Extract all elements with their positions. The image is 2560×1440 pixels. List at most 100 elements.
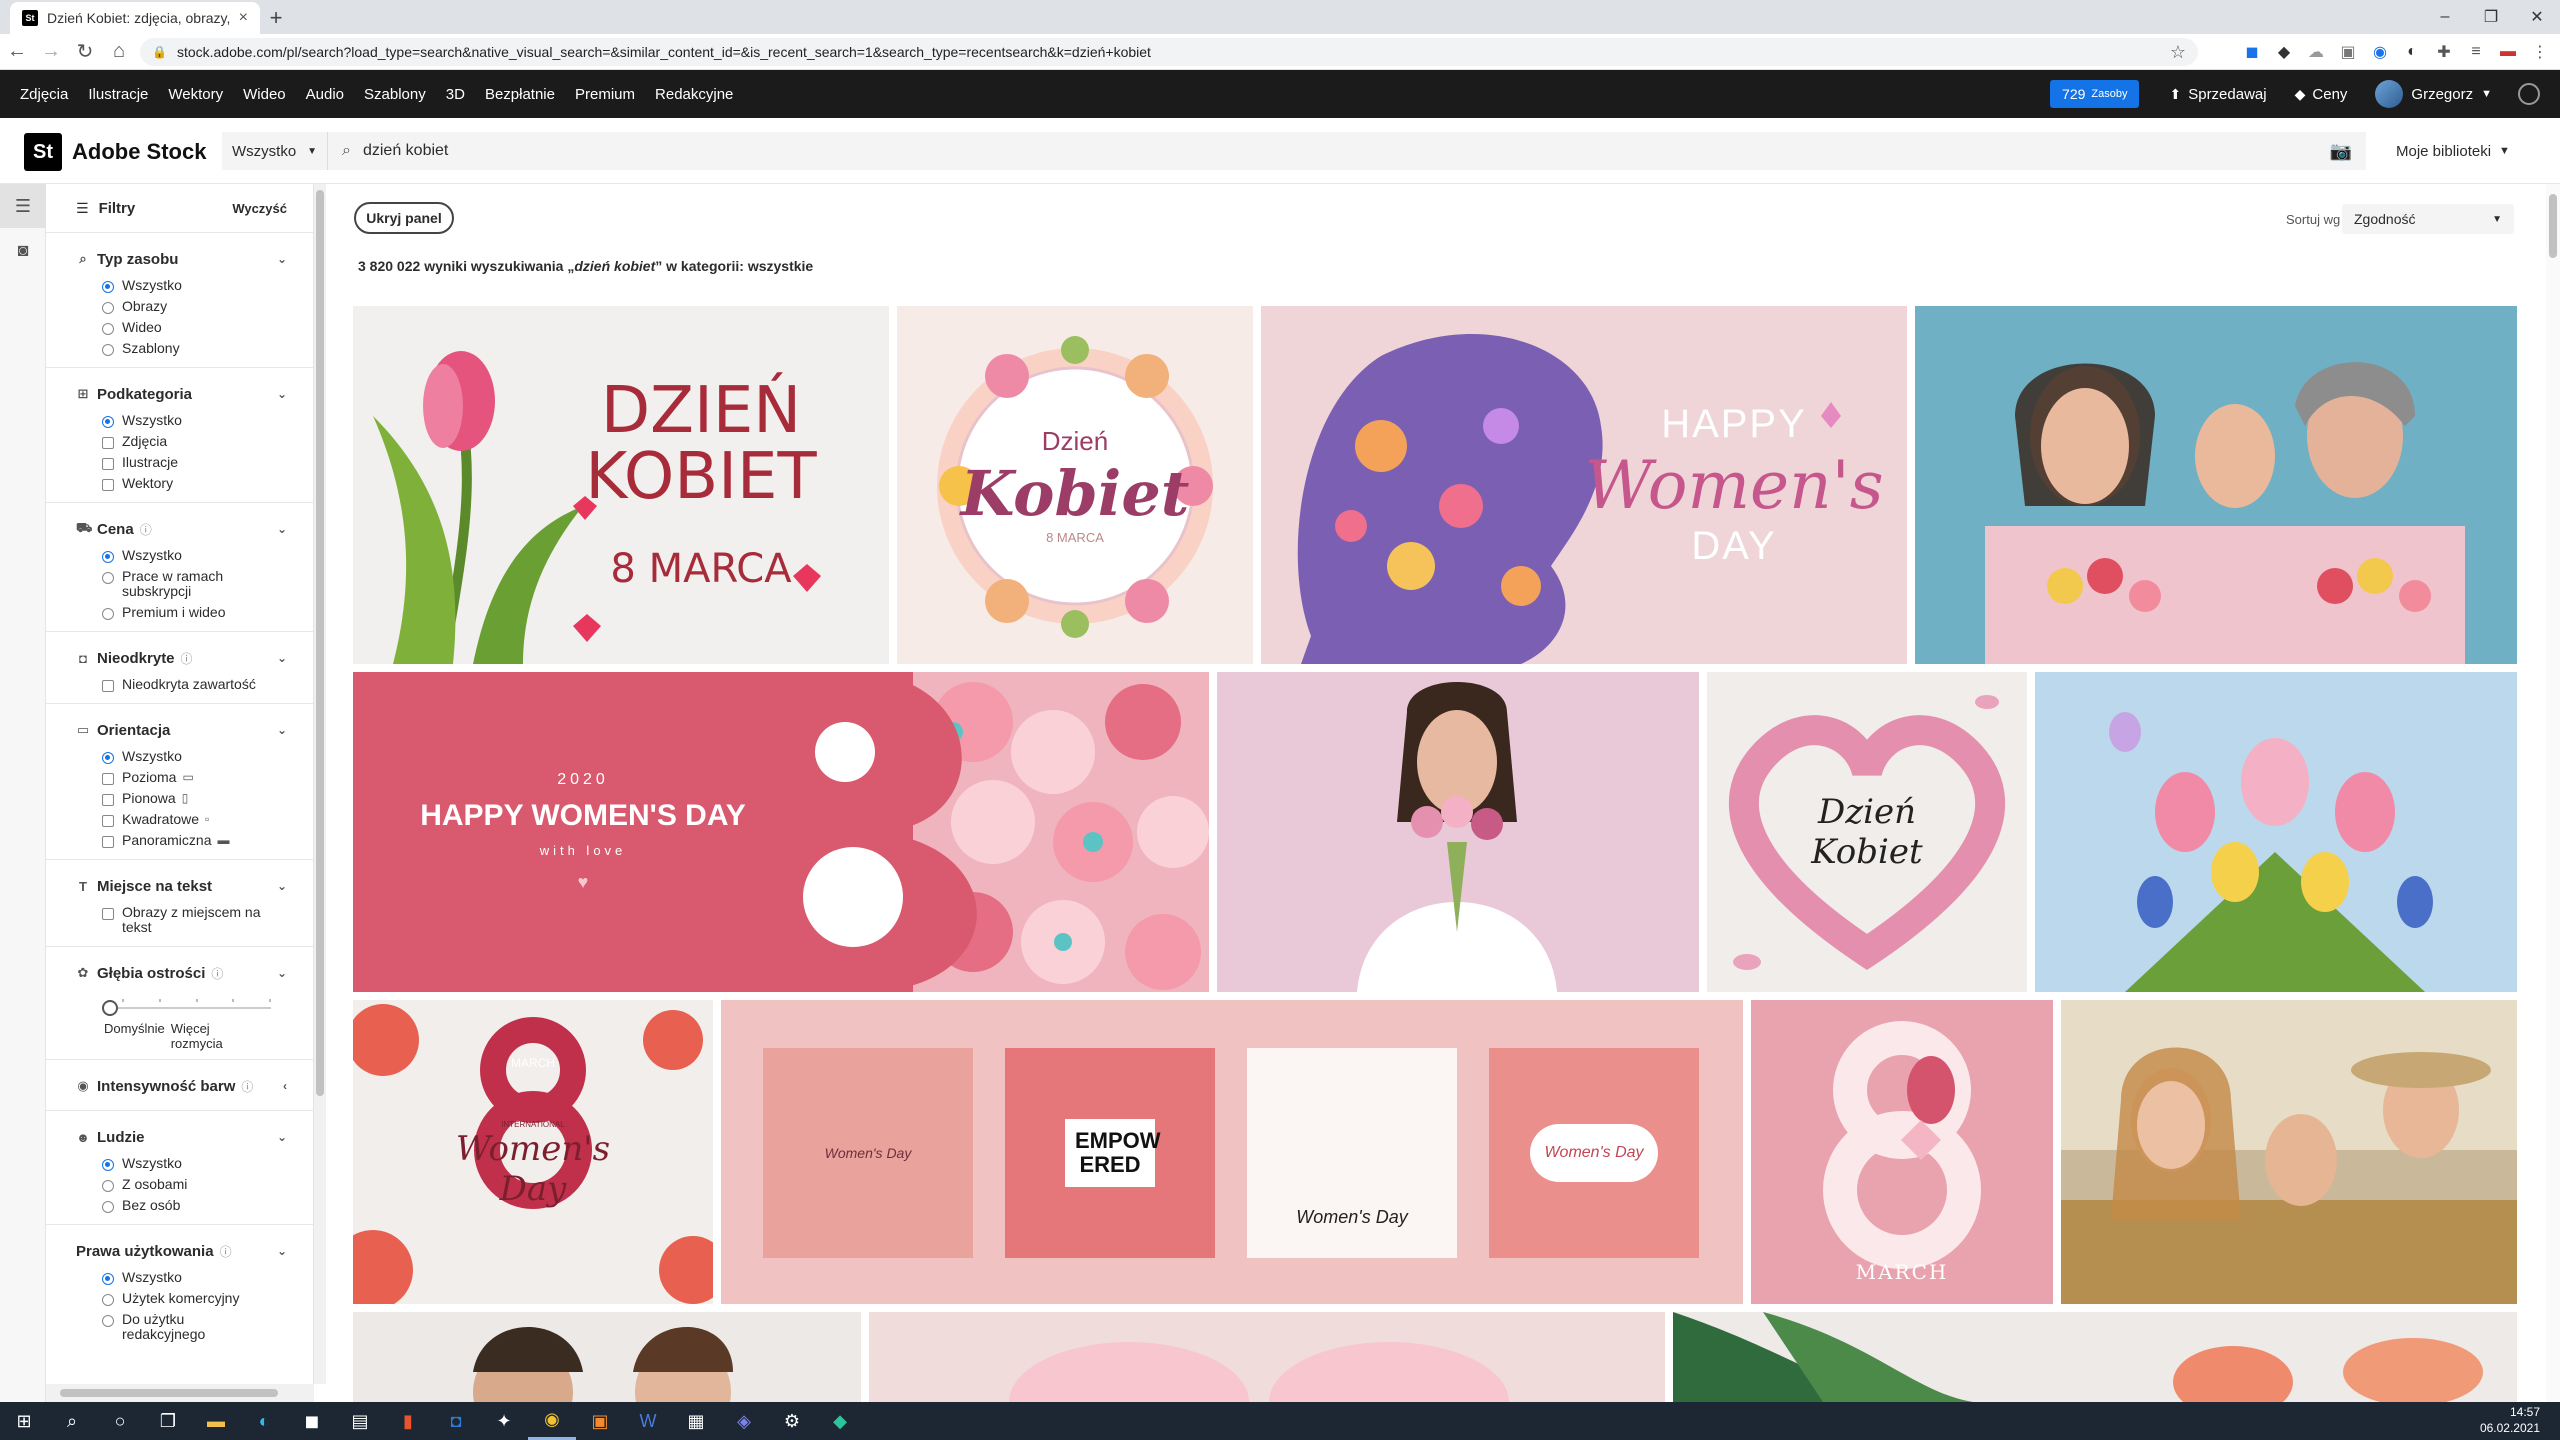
- radio-all[interactable]: Wszystko: [76, 410, 287, 431]
- checkbox-undiscovered[interactable]: Nieodkryta zawartość: [76, 674, 287, 695]
- page-scrollbar[interactable]: [2546, 184, 2560, 1402]
- result-photo-pink-sweater[interactable]: [869, 1312, 1665, 1402]
- radio-subscription[interactable]: Prace w ramach subskrypcji: [76, 566, 287, 602]
- depth-slider[interactable]: [102, 995, 287, 1021]
- section-header[interactable]: ▭ Orientacja ⌄: [76, 714, 287, 746]
- sell-link[interactable]: ⬆ Sprzedawaj: [2169, 86, 2266, 103]
- translate-extension-icon[interactable]: ◼: [2236, 38, 2268, 66]
- extension-icon[interactable]: ◉: [2364, 38, 2396, 66]
- nav-illustrations[interactable]: Ilustracje: [78, 86, 158, 103]
- result-photo-tulips-leaves[interactable]: [1673, 1312, 2517, 1402]
- app-icon[interactable]: ▣: [576, 1402, 624, 1440]
- puzzle-extensions-icon[interactable]: ✚: [2428, 38, 2460, 66]
- radio-all[interactable]: Wszystko: [76, 746, 287, 767]
- search-input[interactable]: ⌕ dzień kobiet 📷: [328, 132, 2366, 170]
- section-header[interactable]: ◘ Nieodkryte ⓘ ⌄: [76, 642, 287, 674]
- checkbox-panoramic[interactable]: Panoramiczna ▬: [76, 830, 287, 851]
- sort-select[interactable]: Zgodność ▼: [2342, 204, 2514, 234]
- extension-icon[interactable]: ◐: [2396, 38, 2428, 66]
- result-photo-three-generations-women[interactable]: [1915, 306, 2517, 664]
- word-icon[interactable]: W: [624, 1402, 672, 1440]
- filter-panel-scrollbar[interactable]: [314, 184, 326, 1384]
- result-image-petal-heart[interactable]: Dzień Kobiet: [1707, 672, 2027, 992]
- info-icon[interactable]: ⓘ: [140, 521, 152, 538]
- menu-dots-icon[interactable]: ⋮: [2524, 38, 2556, 66]
- user-menu[interactable]: Grzegorz ▼: [2375, 80, 2492, 108]
- app-icon[interactable]: ▦: [672, 1402, 720, 1440]
- section-header[interactable]: ✿ Głębia ostrości ⓘ ⌄: [76, 957, 287, 989]
- asset-type-select[interactable]: Wszystko ▼: [222, 132, 328, 170]
- visual-search-camera-icon[interactable]: 📷: [2330, 141, 2352, 162]
- extension-icon[interactable]: ▣: [2332, 38, 2364, 66]
- nav-photos[interactable]: Zdjęcia: [0, 86, 78, 103]
- section-header[interactable]: ◉ Intensywność barw ⓘ ‹: [76, 1070, 287, 1102]
- radio-premium[interactable]: Premium i wideo: [76, 602, 287, 623]
- close-window-icon[interactable]: ✕: [2514, 0, 2560, 34]
- result-image-8-march-paper-flowers[interactable]: 2020 HAPPY WOMEN'S DAY with love ♥: [353, 672, 1209, 992]
- nav-audio[interactable]: Audio: [296, 86, 354, 103]
- section-header[interactable]: ⊞ Podkategoria ⌄: [76, 378, 287, 410]
- info-icon[interactable]: ⓘ: [220, 1243, 232, 1260]
- chrome-icon[interactable]: ◉: [528, 1402, 576, 1440]
- outlook-icon[interactable]: ◘: [432, 1402, 480, 1440]
- home-icon[interactable]: ⌂: [102, 35, 136, 69]
- result-photo-woman-with-tulips[interactable]: [1217, 672, 1699, 992]
- result-image-dzien-kobiet-tulip[interactable]: DZIEŃ KOBIET 8 MARCA: [353, 306, 889, 664]
- back-icon[interactable]: ←: [0, 35, 34, 69]
- app-icon[interactable]: ▤: [336, 1402, 384, 1440]
- system-clock[interactable]: 14:57 06.02.2021: [2480, 1404, 2540, 1436]
- info-icon[interactable]: ⓘ: [241, 1078, 253, 1095]
- section-header[interactable]: T Miejsce na tekst ⌄: [76, 870, 287, 902]
- teams-icon[interactable]: ◈: [720, 1402, 768, 1440]
- browser-tab[interactable]: St Dzień Kobiet: zdjęcia, obrazy, gra ×: [10, 2, 260, 34]
- profile-flag-icon[interactable]: ▬: [2492, 38, 2524, 66]
- checkbox-copy-space[interactable]: Obrazy z miejscem na tekst: [76, 902, 287, 938]
- camera-icon[interactable]: ◙: [0, 228, 46, 272]
- result-image-happy-womens-day-silhouette[interactable]: HAPPY Women's DAY: [1261, 306, 1907, 664]
- radio-commercial[interactable]: Użytek komercyjny: [76, 1288, 287, 1309]
- settings-gear-icon[interactable]: ⚙: [768, 1402, 816, 1440]
- info-icon[interactable]: ⓘ: [211, 965, 223, 982]
- result-photo-tulips-bouquet[interactable]: [2035, 672, 2517, 992]
- slider-handle[interactable]: [102, 1000, 118, 1016]
- checkbox-photos[interactable]: Zdjęcia: [76, 431, 287, 452]
- nav-video[interactable]: Wideo: [233, 86, 296, 103]
- radio-all[interactable]: Wszystko: [76, 1153, 287, 1174]
- radio-editorial[interactable]: Do użytku redakcyjnego: [76, 1309, 287, 1345]
- credits-badge[interactable]: 729 Zasoby: [2050, 80, 2140, 108]
- result-image-8-march-roses[interactable]: MARCH INTERNATIONAL Women's Day: [353, 1000, 713, 1304]
- result-image-womens-day-card-set[interactable]: Women's Day EMPOW ERED Women's Day Women…: [721, 1000, 1743, 1304]
- section-header[interactable]: ☻ Ludzie ⌄: [76, 1121, 287, 1153]
- result-photo-three-friends-field[interactable]: [2061, 1000, 2517, 1304]
- forward-icon[interactable]: →: [34, 35, 68, 69]
- scrollbar-thumb[interactable]: [60, 1389, 278, 1397]
- section-header[interactable]: ⛟ Cena ⓘ ⌄: [76, 513, 287, 545]
- checkbox-vertical[interactable]: Pionowa ▯: [76, 788, 287, 809]
- task-view-icon[interactable]: ❐: [144, 1402, 192, 1440]
- adobe-stock-logo[interactable]: St Adobe Stock: [24, 133, 206, 171]
- nav-editorial[interactable]: Redakcyjne: [645, 86, 743, 103]
- nav-premium[interactable]: Premium: [565, 86, 645, 103]
- extension-icon[interactable]: ☁: [2300, 38, 2332, 66]
- address-bar[interactable]: 🔒 stock.adobe.com/pl/search?load_type=se…: [140, 38, 2198, 66]
- radio-with-people[interactable]: Z osobami: [76, 1174, 287, 1195]
- radio-video[interactable]: Wideo: [76, 317, 287, 338]
- file-explorer-icon[interactable]: ▬: [192, 1402, 240, 1440]
- radio-images[interactable]: Obrazy: [76, 296, 287, 317]
- radio-templates[interactable]: Szablony: [76, 338, 287, 359]
- nav-3d[interactable]: 3D: [436, 86, 475, 103]
- search-icon[interactable]: ⌕: [48, 1402, 96, 1440]
- radio-all[interactable]: Wszystko: [76, 545, 287, 566]
- scrollbar-thumb[interactable]: [2549, 194, 2557, 258]
- checkbox-illustrations[interactable]: Ilustracje: [76, 452, 287, 473]
- filter-panel-hscrollbar[interactable]: [46, 1384, 314, 1402]
- scrollbar-thumb[interactable]: [316, 190, 324, 1096]
- pricing-link[interactable]: ◆ Ceny: [2295, 86, 2348, 103]
- new-tab-icon[interactable]: +: [262, 4, 290, 32]
- result-image-8-march-tulip[interactable]: MARCH: [1751, 1000, 2053, 1304]
- acrobat-icon[interactable]: ✦: [480, 1402, 528, 1440]
- extension-icon[interactable]: ◆: [2268, 38, 2300, 66]
- section-header[interactable]: ⌕ Typ zasobu ⌄: [76, 243, 287, 275]
- checkbox-horizontal[interactable]: Pozioma ▭: [76, 767, 287, 788]
- minimize-icon[interactable]: –: [2422, 0, 2468, 34]
